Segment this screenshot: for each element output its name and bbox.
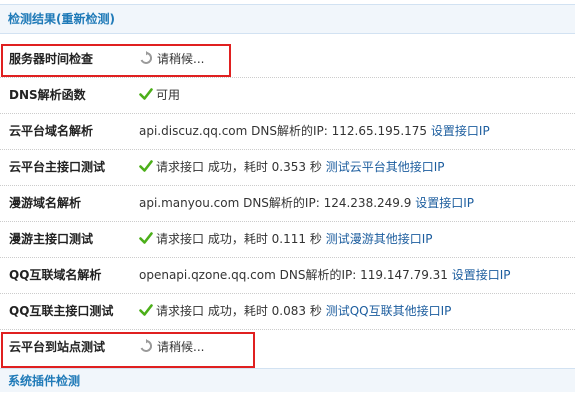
time-value: 0.353 [271,160,307,174]
row-manyou-interface: 漫游主接口测试 请求接口 成功，耗时 0.111 秒 测试漫游其他接口IP [0,222,575,258]
row-value: 请求接口 成功，耗时 0.353 秒 测试云平台其他接口IP [139,150,444,184]
time-value: 0.111 [271,232,307,246]
row-label: QQ互联域名解析 [9,268,102,282]
plugin-check-title[interactable]: 系统插件检测 [8,374,80,388]
test-other-ip-link[interactable]: 测试漫游其他接口IP [326,232,433,246]
domain-text: api.manyou.com [139,196,240,210]
row-cloud-domain: 云平台域名解析 api.discuz.qq.com DNS解析的IP: 112.… [0,114,575,150]
set-ip-link[interactable]: 设置接口IP [431,124,490,138]
ip-text: 119.147.79.31 [360,268,448,282]
test-other-ip-link[interactable]: 测试QQ互联其他接口IP [326,304,452,318]
check-icon [139,232,153,244]
row-value: 请求接口 成功，耗时 0.083 秒 测试QQ互联其他接口IP [139,294,451,328]
dns-label: DNS解析的IP: [243,196,320,210]
row-label: 云平台主接口测试 [9,160,106,174]
row-cloud-interface: 云平台主接口测试 请求接口 成功，耗时 0.353 秒 测试云平台其他接口IP [0,150,575,186]
highlight-box [1,44,231,77]
row-value: api.manyou.com DNS解析的IP: 124.238.249.9 设… [139,186,474,220]
domain-text: api.discuz.qq.com [139,124,248,138]
domain-text: openapi.qzone.qq.com [139,268,276,282]
check-icon [139,88,153,100]
dns-label: DNS解析的IP: [279,268,357,282]
row-label: 漫游域名解析 [9,196,82,210]
row-value: 可用 [139,78,180,112]
ip-text: 124.238.249.9 [323,196,412,210]
row-value: 请求接口 成功，耗时 0.111 秒 测试漫游其他接口IP [139,222,432,256]
row-value: openapi.qzone.qq.com DNS解析的IP: 119.147.7… [139,258,511,292]
dns-label: DNS解析的IP: [251,124,328,138]
time-unit: 秒 [309,304,322,318]
results-header: 检测结果(重新检测) [0,4,575,34]
highlight-box [1,332,255,368]
time-value: 0.083 [271,304,307,318]
request-text: 请求接口 成功，耗时 [156,304,268,318]
check-icon [139,304,153,316]
plugin-check-header: 系统插件检测 [0,368,575,392]
row-label: 云平台域名解析 [9,124,94,138]
check-icon [139,160,153,172]
test-other-ip-link[interactable]: 测试云平台其他接口IP [326,160,445,174]
row-label: QQ互联主接口测试 [9,304,114,318]
ip-text: 112.65.195.175 [331,124,428,138]
request-text: 请求接口 成功，耗时 [156,232,268,246]
row-dns-function: DNS解析函数 可用 [0,78,575,114]
row-label: 漫游主接口测试 [9,232,94,246]
time-unit: 秒 [309,232,322,246]
status-text: 可用 [156,88,181,102]
set-ip-link[interactable]: 设置接口IP [415,196,474,210]
set-ip-link[interactable]: 设置接口IP [452,268,511,282]
row-manyou-domain: 漫游域名解析 api.manyou.com DNS解析的IP: 124.238.… [0,186,575,222]
row-label: DNS解析函数 [9,88,86,102]
row-qq-interface: QQ互联主接口测试 请求接口 成功，耗时 0.083 秒 测试QQ互联其他接口I… [0,294,575,330]
row-qq-domain: QQ互联域名解析 openapi.qzone.qq.com DNS解析的IP: … [0,258,575,294]
request-text: 请求接口 成功，耗时 [156,160,268,174]
time-unit: 秒 [309,160,322,174]
results-header-title[interactable]: 检测结果(重新检测) [8,12,115,26]
row-value: api.discuz.qq.com DNS解析的IP: 112.65.195.1… [139,114,490,148]
